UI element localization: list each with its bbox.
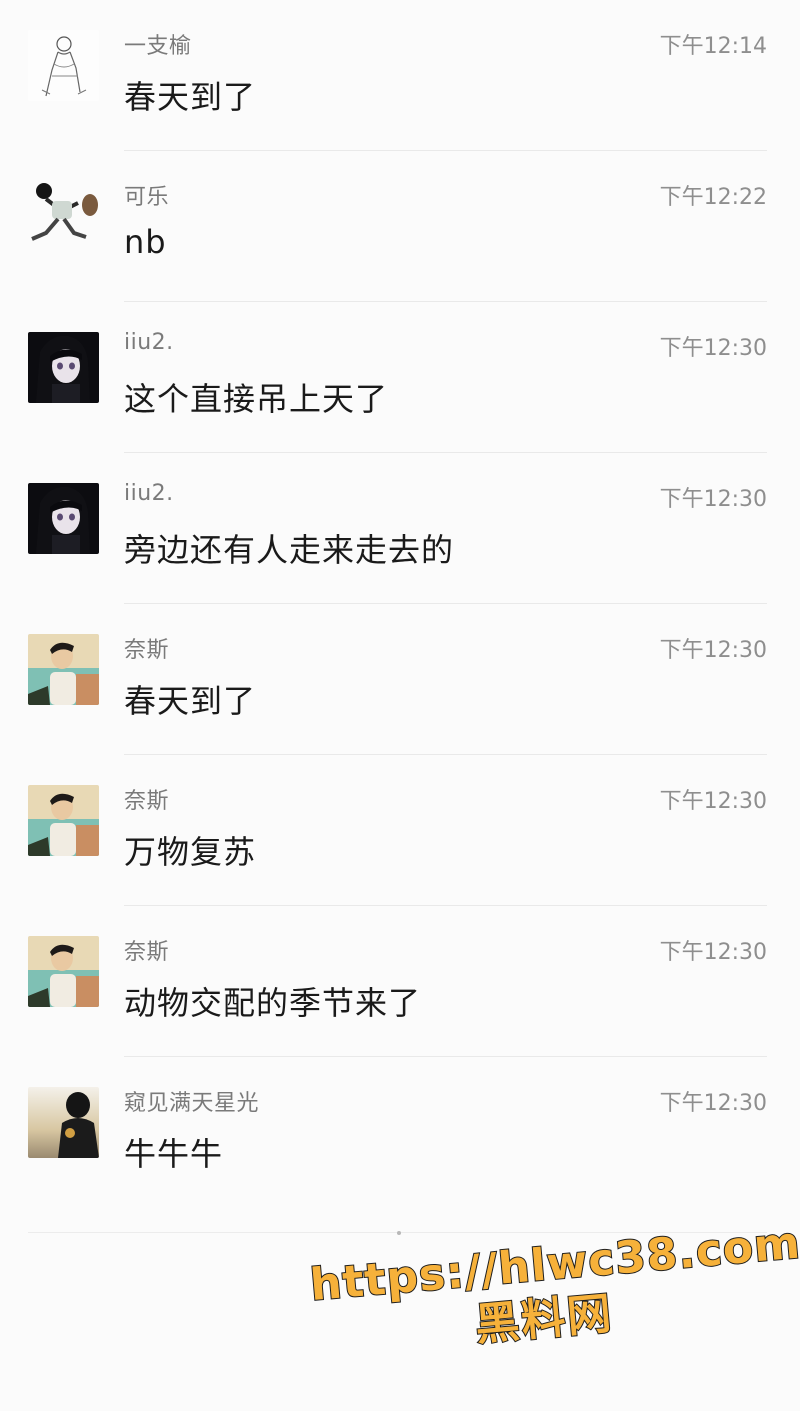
comment-time: 下午12:14 [659, 34, 767, 59]
cartoon-man-avatar-image [28, 936, 99, 1007]
silhouette-avatar-image [28, 1087, 99, 1158]
comment-item[interactable]: 奈斯 下午12:30 春天到了 [0, 604, 800, 755]
cartoon-man-avatar[interactable] [28, 936, 99, 1007]
comment-time: 下午12:30 [659, 487, 767, 512]
comment-item[interactable]: 一支榆 下午12:14 春天到了 [0, 0, 800, 151]
comment-time: 下午12:30 [659, 336, 767, 361]
comment-item[interactable]: 窥见满天星光 下午12:30 牛牛牛 [0, 1057, 800, 1208]
scroll-indicator-dot [397, 1231, 401, 1235]
comment-item[interactable]: 奈斯 下午12:30 动物交配的季节来了 [0, 906, 800, 1057]
comment-text: nb [124, 223, 167, 261]
cartoon-man-avatar[interactable] [28, 785, 99, 856]
commenter-name[interactable]: 可乐 [124, 179, 169, 211]
comment-time: 下午12:30 [659, 789, 767, 814]
sketch-avatar[interactable] [28, 30, 99, 101]
anime-girl-avatar-image [28, 332, 99, 403]
comment-time: 下午12:22 [659, 185, 767, 210]
comment-item[interactable]: iiu2. 下午12:30 这个直接吊上天了 [0, 302, 800, 453]
commenter-name[interactable]: 窥见满天星光 [124, 1085, 259, 1117]
comment-text: 这个直接吊上天了 [124, 380, 389, 418]
commenter-name[interactable]: iiu2. [124, 330, 174, 355]
commenter-name[interactable]: 奈斯 [124, 783, 169, 815]
anime-girl-avatar[interactable] [28, 332, 99, 403]
comment-list-page: 一支榆 下午12:14 春天到了 可乐 下午12:22 nb iiu2. 下午1… [0, 0, 800, 1411]
comment-item[interactable]: 奈斯 下午12:30 万物复苏 [0, 755, 800, 906]
commenter-name[interactable]: iiu2. [124, 481, 174, 506]
commenter-name[interactable]: 奈斯 [124, 934, 169, 966]
anime-girl-avatar-image [28, 483, 99, 554]
cartoon-man-avatar[interactable] [28, 634, 99, 705]
anime-girl-avatar[interactable] [28, 483, 99, 554]
comment-text: 万物复苏 [124, 833, 257, 871]
comment-time: 下午12:30 [659, 638, 767, 663]
comment-item[interactable]: iiu2. 下午12:30 旁边还有人走来走去的 [0, 453, 800, 604]
silhouette-avatar[interactable] [28, 1087, 99, 1158]
running-kid-avatar[interactable] [28, 181, 99, 252]
comment-text: 动物交配的季节来了 [124, 984, 422, 1022]
comment-time: 下午12:30 [659, 940, 767, 965]
comment-item[interactable]: 可乐 下午12:22 nb [0, 151, 800, 302]
cartoon-man-avatar-image [28, 785, 99, 856]
running-kid-avatar-image [28, 181, 99, 252]
comment-text: 牛牛牛 [124, 1135, 224, 1173]
comment-text: 春天到了 [124, 78, 257, 116]
commenter-name[interactable]: 一支榆 [124, 28, 192, 60]
watermark: https://hlwc38.com 黑料网 [307, 1216, 800, 1411]
cartoon-man-avatar-image [28, 634, 99, 705]
comment-text: 春天到了 [124, 682, 257, 720]
comment-text: 旁边还有人走来走去的 [124, 531, 455, 569]
sketch-avatar-image [28, 30, 99, 101]
commenter-name[interactable]: 奈斯 [124, 632, 169, 664]
comment-time: 下午12:30 [659, 1091, 767, 1116]
